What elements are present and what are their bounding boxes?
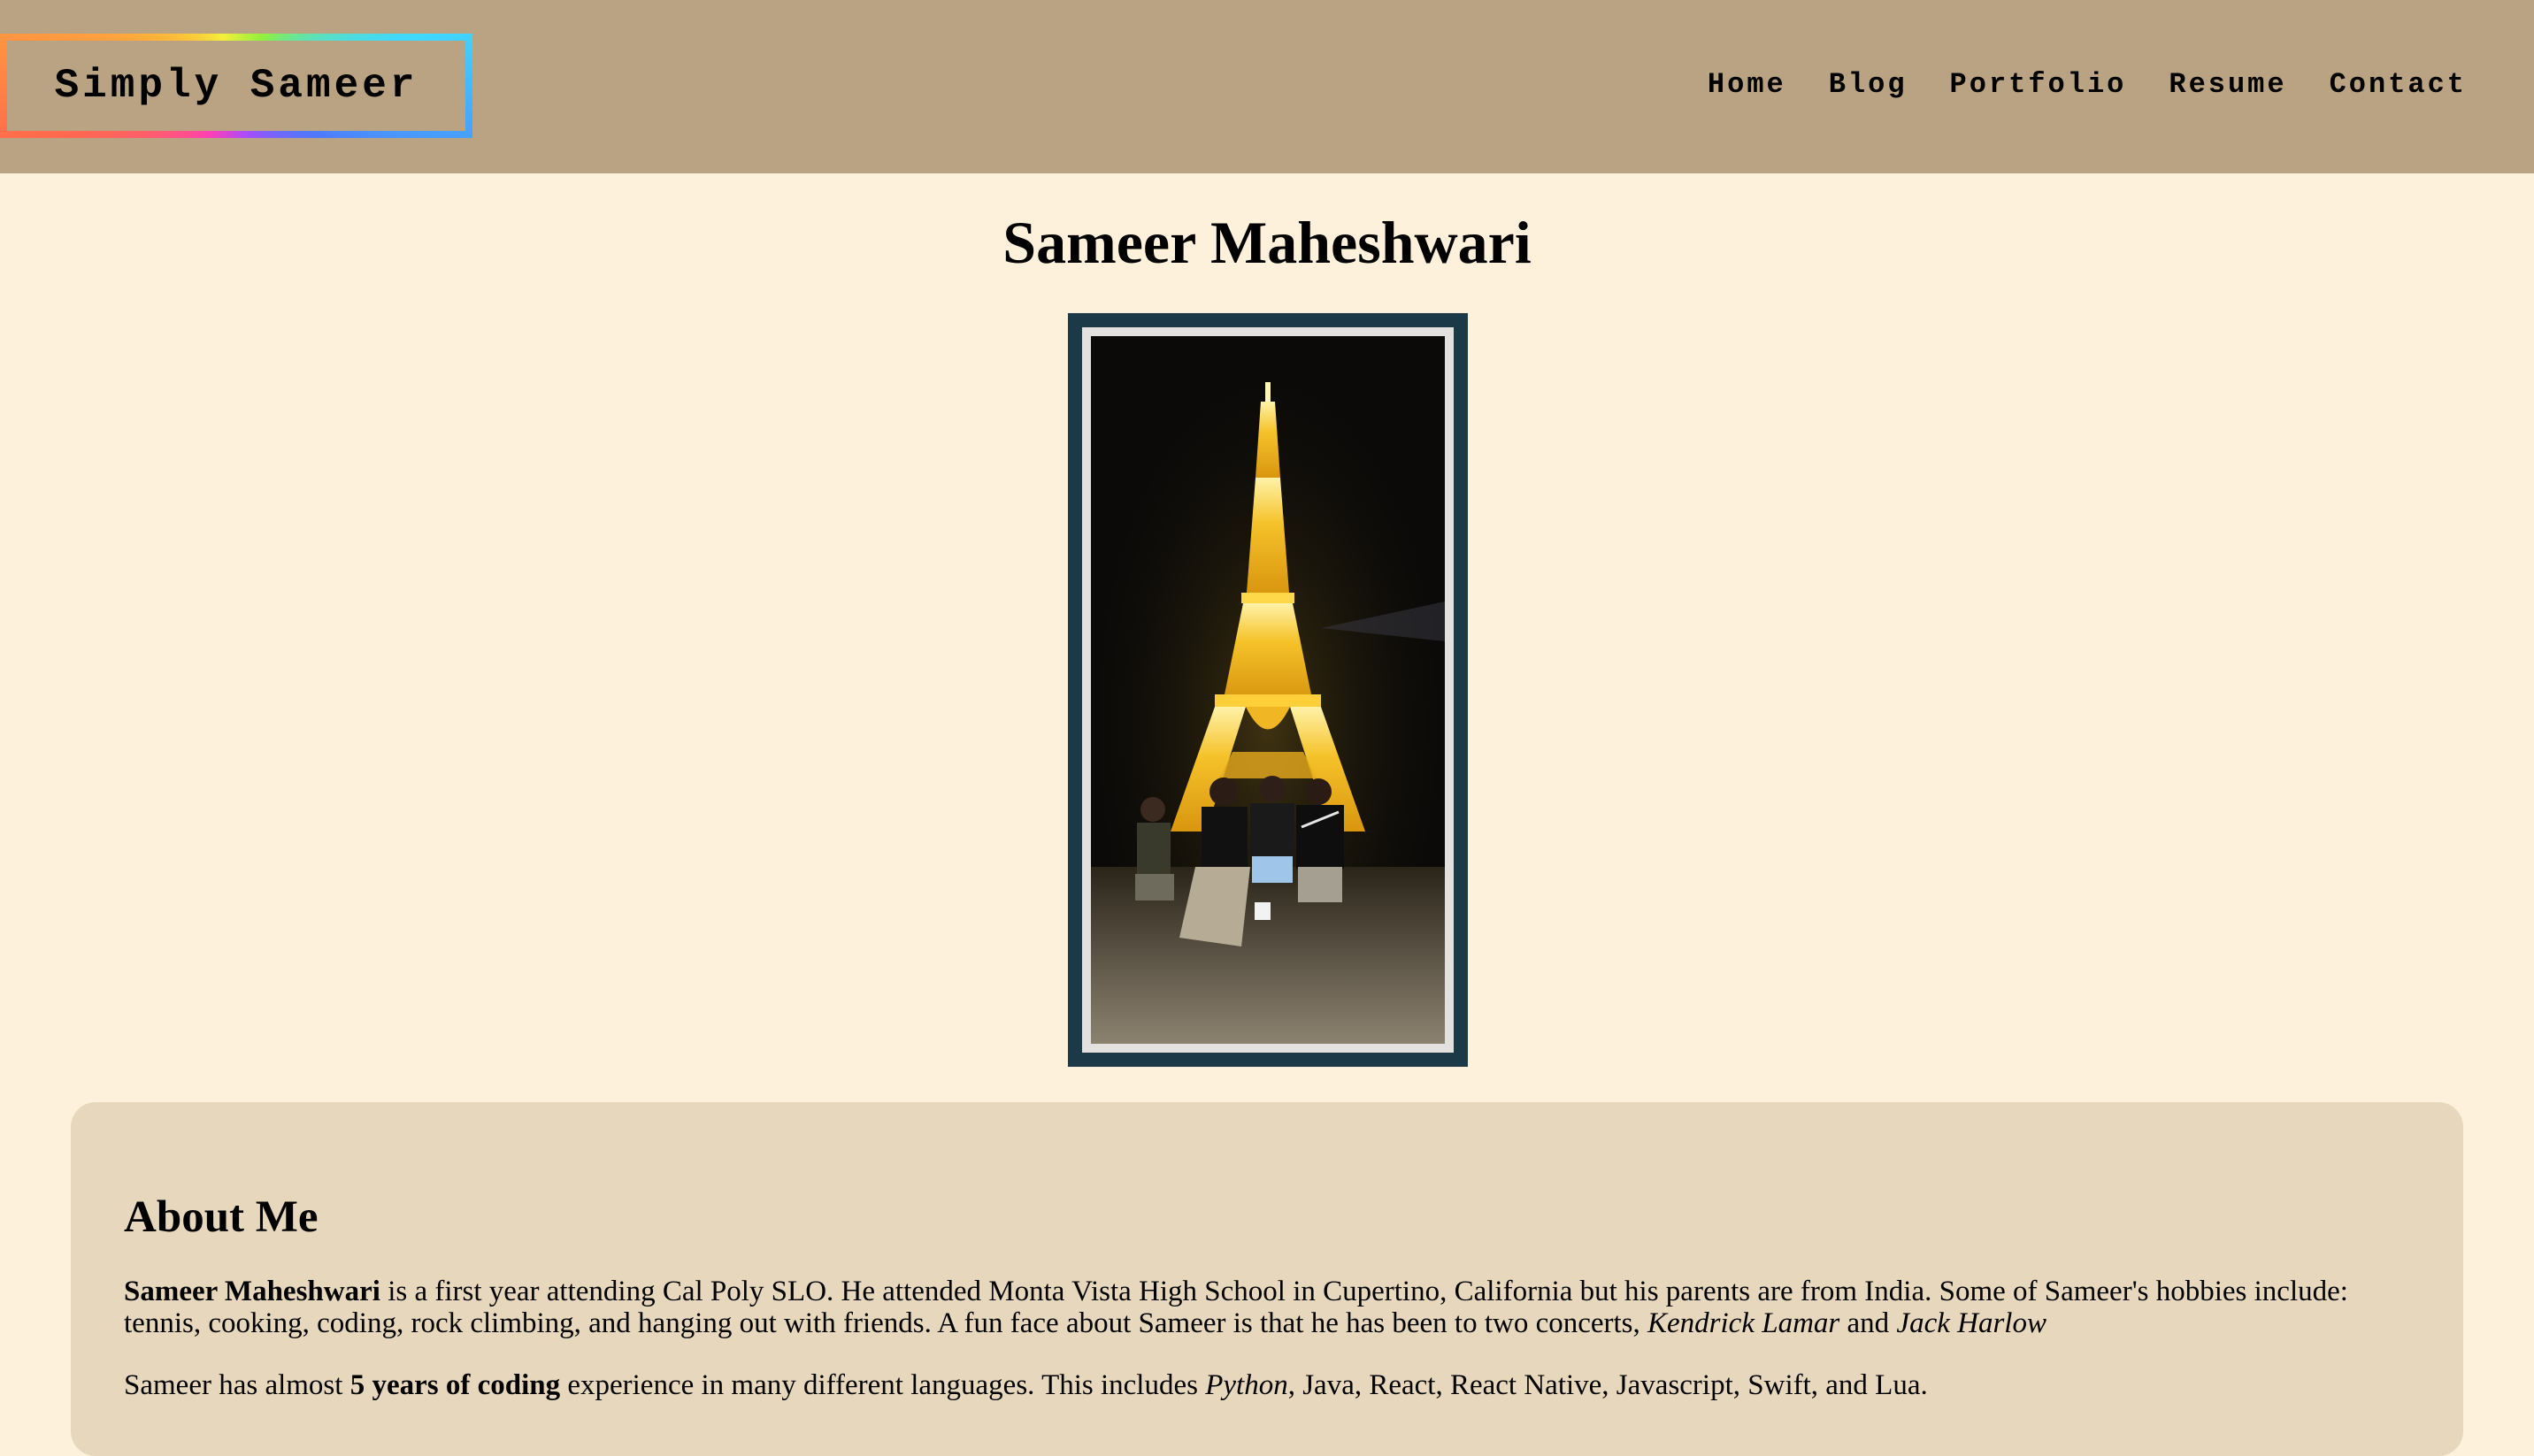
concert-kendrick: Kendrick Lamar	[1647, 1307, 1840, 1339]
about-p2-text2: experience in many different languages. …	[560, 1369, 1206, 1401]
page-title: Sameer Maheshwari	[1002, 209, 1532, 276]
site-header: Simply Sameer Home Blog Portfolio Resume…	[0, 0, 2534, 173]
about-me-card: About Me Sameer Maheshwari is a first ye…	[71, 1102, 2463, 1456]
nav-home-link[interactable]: Home	[1708, 64, 1786, 106]
about-p2-text1: Sameer has almost	[124, 1369, 350, 1401]
nav-portfolio-link[interactable]: Portfolio	[1950, 64, 2127, 106]
eiffel-tower-photo	[1091, 336, 1445, 1044]
nav-blog-link[interactable]: Blog	[1829, 64, 1908, 106]
about-name: Sameer Maheshwari	[124, 1276, 380, 1307]
about-p2-text3: , Java, React, React Native, Javascript,…	[1287, 1369, 1928, 1401]
logo-frame[interactable]: Simply Sameer	[0, 34, 472, 138]
about-paragraph-2: Sameer has almost 5 years of coding expe…	[124, 1369, 2410, 1401]
nav-contact-link[interactable]: Contact	[2330, 64, 2467, 106]
concert-jack: Jack Harlow	[1896, 1307, 2046, 1339]
lang-python: Python	[1205, 1369, 1288, 1401]
main-nav: Home Blog Portfolio Resume Contact	[1708, 64, 2467, 106]
nav-resume-link[interactable]: Resume	[2169, 64, 2286, 106]
site-logo-link[interactable]: Simply Sameer	[55, 63, 418, 109]
about-p1-and: and	[1839, 1307, 1897, 1339]
logo-inner: Simply Sameer	[7, 41, 465, 131]
profile-photo-mat	[1082, 327, 1454, 1053]
profile-photo-frame	[1068, 313, 1468, 1067]
about-heading: About Me	[124, 1192, 319, 1242]
about-coding-years: 5 years of coding	[349, 1369, 561, 1401]
about-paragraph-1: Sameer Maheshwari is a first year attend…	[124, 1276, 2410, 1339]
